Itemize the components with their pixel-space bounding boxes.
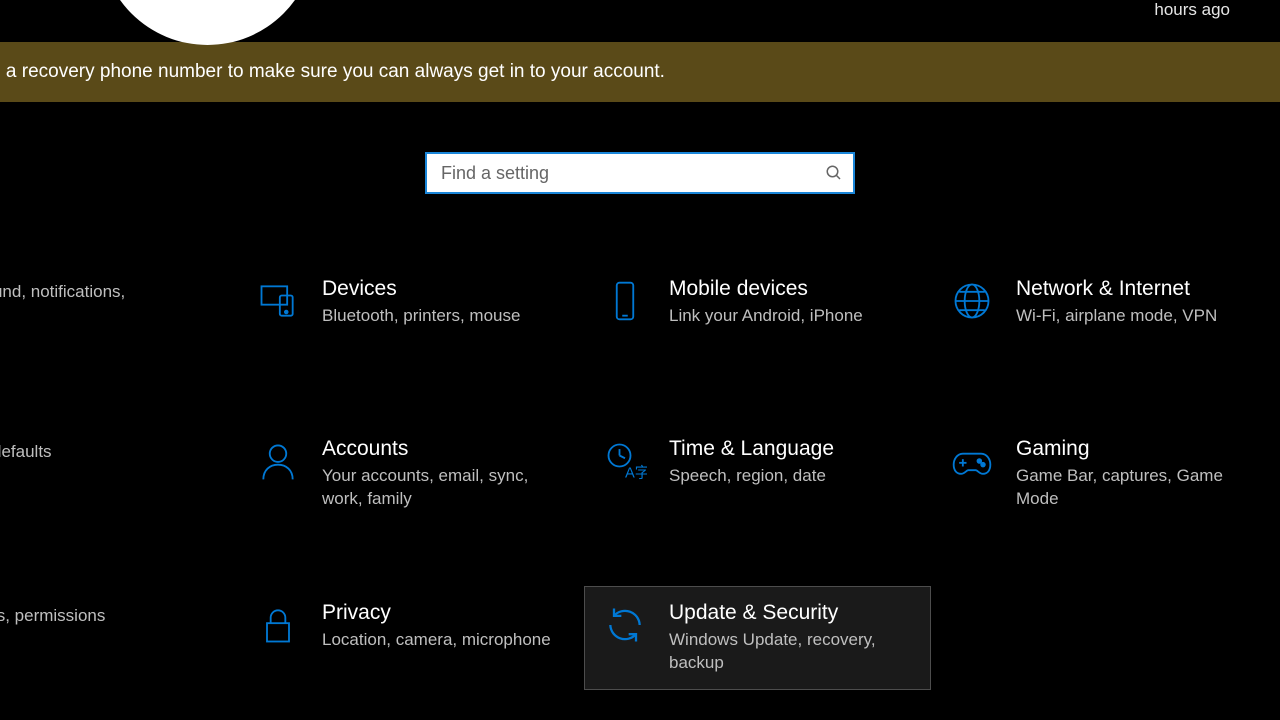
tile-accounts[interactable]: Accounts Your accounts, email, sync, wor… (237, 422, 584, 526)
person-icon (256, 439, 300, 483)
tile-mobile-devices[interactable]: Mobile devices Link your Android, iPhone (584, 262, 931, 362)
tile-desc: Game Bar, captures, Game Mode (1016, 465, 1259, 511)
tile-devices[interactable]: Devices Bluetooth, printers, mouse (237, 262, 584, 362)
svg-text:A字: A字 (625, 465, 647, 482)
tile-desc: sound, notifications, (0, 281, 218, 304)
time-language-icon: A字 (603, 439, 647, 483)
tile-search[interactable]: files, permissions (0, 586, 237, 690)
tile-desc: files, permissions (0, 605, 218, 628)
tile-update-security[interactable]: Update & Security Windows Update, recove… (584, 586, 931, 690)
sync-time: hours ago (1154, 0, 1230, 20)
tile-network[interactable]: Network & Internet Wi-Fi, airplane mode,… (931, 262, 1278, 362)
tile-title: Mobile devices (669, 277, 912, 301)
gamepad-icon (950, 439, 994, 483)
lock-icon (256, 603, 300, 647)
tile-desc: Your accounts, email, sync, work, family (322, 465, 565, 511)
tile-system[interactable]: sound, notifications, (0, 262, 237, 362)
tile-title: Time & Language (669, 437, 912, 461)
tile-apps[interactable]: ll, defaults (0, 422, 237, 526)
tile-desc: ll, defaults (0, 441, 218, 464)
tile-desc: Bluetooth, printers, mouse (322, 305, 565, 328)
recovery-banner[interactable]: ccess Add a recovery phone number to mak… (0, 42, 1280, 102)
globe-icon (950, 279, 994, 323)
tile-desc: Speech, region, date (669, 465, 912, 488)
tile-privacy[interactable]: Privacy Location, camera, microphone (237, 586, 584, 690)
tile-desc: Location, camera, microphone (322, 629, 565, 652)
tile-desc: Windows Update, recovery, backup (669, 629, 912, 675)
banner-text: Add a recovery phone number to make sure… (0, 61, 665, 83)
tile-desc: Wi-Fi, airplane mode, VPN (1016, 305, 1259, 328)
tile-title: Update & Security (669, 601, 912, 625)
tile-desc: Link your Android, iPhone (669, 305, 912, 328)
tile-time-language[interactable]: A字 Time & Language Speech, region, date (584, 422, 931, 526)
search-icon (825, 164, 843, 182)
avatar[interactable] (100, 0, 315, 45)
tile-title: Privacy (322, 601, 565, 625)
settings-grid: sound, notifications, Devices Bluetooth,… (0, 262, 1280, 690)
tile-title: Network & Internet (1016, 277, 1259, 301)
search-container (0, 152, 1280, 194)
tile-gaming[interactable]: Gaming Game Bar, captures, Game Mode (931, 422, 1278, 526)
search-input[interactable] (427, 154, 853, 192)
tile-title: Gaming (1016, 437, 1259, 461)
sync-icon (603, 603, 647, 647)
tile-title: Accounts (322, 437, 565, 461)
devices-icon (256, 279, 300, 323)
tile-title: Devices (322, 277, 565, 301)
search-box[interactable] (425, 152, 855, 194)
header: hours ago (0, 0, 1280, 42)
phone-icon (603, 279, 647, 323)
